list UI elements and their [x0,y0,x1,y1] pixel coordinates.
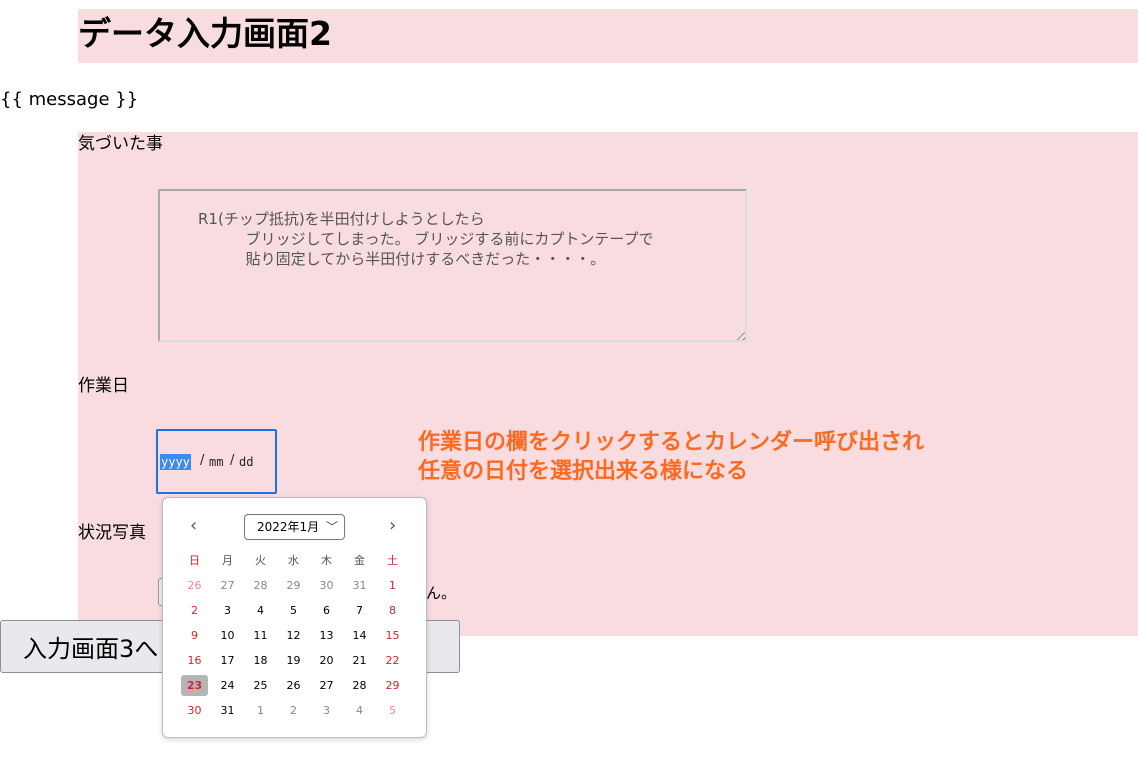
calendar-day[interactable]: 14 [343,623,376,648]
calendar-day[interactable]: 28 [343,673,376,698]
calendar-day[interactable]: 8 [376,598,409,623]
calendar-day[interactable]: 31 [343,573,376,598]
date-day-segment[interactable]: dd [239,454,253,470]
calendar-day[interactable]: 2 [178,598,211,623]
annotation-line: 任意の日付を選択出来る様になる [418,459,749,484]
calendar-day[interactable]: 4 [343,698,376,723]
notes-line: R1(チップ抵抗)を半田付けしようとしたら [198,210,485,228]
calendar-day[interactable]: 29 [376,673,409,698]
calendar-day[interactable]: 30 [310,573,343,598]
weekday-header: 火 [255,554,266,567]
month-select-label: 2022年1月 [257,520,320,534]
month-select[interactable]: 2022年1月 ﹀ [244,514,345,540]
calendar-day[interactable]: 10 [211,623,244,648]
calendar-day[interactable]: 26 [277,673,310,698]
calendar-day[interactable]: 16 [178,648,211,673]
annotation-note: 作業日の欄をクリックするとカレンダー呼び出され 任意の日付を選択出来る様になる [418,428,924,486]
calendar-day[interactable]: 27 [310,673,343,698]
photo-label: 状況写真 [78,523,146,543]
calendar-day[interactable]: 25 [244,673,277,698]
calendar-day[interactable]: 3 [310,698,343,723]
weekday-header: 木 [321,554,332,567]
calendar-day[interactable]: 27 [211,573,244,598]
calendar-day[interactable]: 12 [277,623,310,648]
weekday-header: 土 [387,554,398,567]
calendar-day[interactable]: 4 [244,598,277,623]
calendar-day[interactable]: 15 [376,623,409,648]
calendar-day[interactable]: 3 [211,598,244,623]
calendar-day[interactable]: 17 [211,648,244,673]
calendar-day[interactable]: 31 [211,698,244,723]
calendar-day[interactable]: 20 [310,648,343,673]
calendar-day[interactable]: 28 [244,573,277,598]
notes-line: ブリッジしてしまった。 ブリッジする前にカプトンテープで [198,230,654,248]
calendar-day[interactable]: 18 [244,648,277,673]
work-date-label: 作業日 [78,376,129,396]
calendar-day[interactable]: 19 [277,648,310,673]
notes-line: 貼り固定してから半田付けするべきだった・・・・。 [198,250,606,268]
calendar-day[interactable]: 26 [178,573,211,598]
calendar-day[interactable]: 5 [376,698,409,723]
next-month-icon[interactable]: › [389,514,396,538]
calendar-day[interactable]: 13 [310,623,343,648]
calendar-day[interactable]: 1 [376,573,409,598]
template-message: {{ message }} [0,89,139,110]
calendar-day[interactable]: 1 [244,698,277,723]
date-month-segment[interactable]: mm [209,454,223,470]
notes-text: R1(チップ抵抗)を半田付けしようとしたら ブリッジしてしまった。 ブリッジする… [198,209,738,269]
weekday-header: 水 [288,554,299,567]
calendar-day[interactable]: 22 [376,648,409,673]
date-year-segment[interactable]: yyyy [160,454,191,470]
date-separator: / [200,453,205,468]
page: データ入力画面2 {{ message }} 気づいた事 R1(チップ抵抗)を半… [0,0,1138,767]
calendar-day[interactable]: 29 [277,573,310,598]
prev-month-icon[interactable]: ‹ [190,514,197,538]
weekday-header: 月 [222,554,233,567]
file-status-text: ん。 [426,584,457,602]
calendar-day[interactable]: 21 [343,648,376,673]
calendar-day[interactable]: 5 [277,598,310,623]
weekday-header: 金 [354,554,365,567]
calendar-day[interactable]: 30 [178,698,211,723]
date-separator: / [230,453,235,468]
calendar-day-selected[interactable]: 23 [178,673,211,698]
calendar-day[interactable]: 11 [244,623,277,648]
page-title: データ入力画面2 [78,14,332,53]
notes-label: 気づいた事 [78,134,163,154]
calendar-day[interactable]: 7 [343,598,376,623]
chevron-down-icon: ﹀ [325,520,338,534]
annotation-line: 作業日の欄をクリックするとカレンダー呼び出され [418,430,925,455]
calendar-day[interactable]: 24 [211,673,244,698]
calendar-day[interactable]: 9 [178,623,211,648]
calendar-day[interactable]: 2 [277,698,310,723]
weekday-header: 日 [189,554,200,567]
calendar-day[interactable]: 6 [310,598,343,623]
